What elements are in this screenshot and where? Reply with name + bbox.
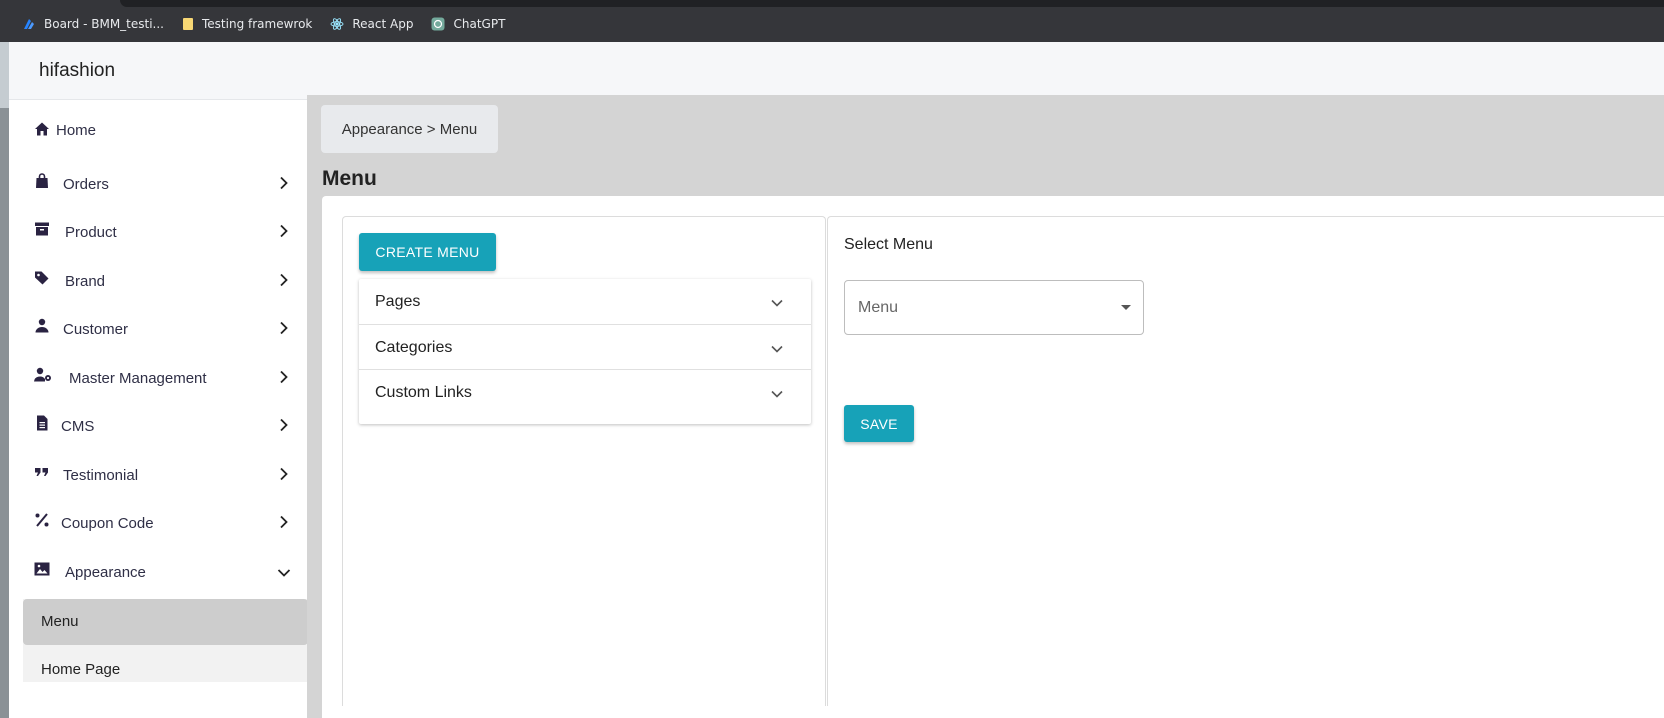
home-icon — [35, 122, 49, 136]
window-edge — [0, 42, 9, 718]
bag-icon — [36, 173, 48, 188]
browser-bookmarks-bar: Board - BMM_testi... Testing framewrok R… — [0, 0, 1664, 42]
accordion-label: Custom Links — [375, 384, 472, 401]
chevron-right-icon — [280, 418, 288, 432]
user-gear-icon — [34, 367, 51, 382]
app-header: hifashion — [9, 42, 1664, 100]
page-title: Menu — [322, 167, 377, 190]
menu-select[interactable]: Menu — [844, 280, 1144, 335]
sidebar-item-label: Coupon Code — [61, 514, 154, 532]
breadcrumb[interactable]: Appearance > Menu — [321, 105, 498, 153]
chevron-right-icon — [280, 176, 288, 190]
bookmarks-list: Board - BMM_testi... Testing framewrok R… — [0, 10, 523, 38]
react-icon — [330, 18, 344, 30]
jira-icon — [24, 19, 34, 29]
sidebar-item-label: Brand — [65, 272, 106, 290]
sidebar-item-appearance[interactable]: Appearance — [9, 550, 326, 594]
bookmark-react-app[interactable]: React App — [330, 17, 413, 31]
menu-source-accordion: Pages Categories Custom Links — [359, 279, 811, 424]
submenu-item-label: Home Page — [41, 661, 121, 678]
bookmark-label: Board - BMM_testi... — [44, 17, 164, 31]
sidebar-item-cms[interactable]: CMS — [9, 404, 326, 448]
sidebar-item-coupon-code[interactable]: Coupon Code — [9, 501, 326, 545]
bookmark-label: ChatGPT — [453, 17, 506, 31]
menu-select-placeholder: Menu — [858, 299, 899, 316]
chevron-right-icon — [280, 467, 288, 481]
window-edge-highlight — [0, 42, 9, 108]
document-icon — [37, 415, 48, 431]
sidebar-item-label: Testimonial — [63, 466, 139, 484]
menu-builder-card: CREATE MENU Pages Categories Custom Link… — [342, 216, 826, 706]
caret-down-icon — [1121, 305, 1131, 310]
person-icon — [35, 318, 49, 333]
submenu-item-label: Menu — [41, 613, 79, 630]
bookmark-label: React App — [352, 17, 414, 31]
accordion-custom-links[interactable]: Custom Links — [359, 369, 811, 424]
accordion-label: Pages — [375, 293, 421, 310]
sidebar-item-label: Master Management — [69, 369, 207, 387]
bookmark-label: Testing framewrok — [202, 17, 313, 31]
sidebar-item-customer[interactable]: Customer — [9, 307, 326, 351]
bookmark-board[interactable]: Board - BMM_testi... — [22, 17, 164, 31]
accordion-label: Categories — [375, 339, 453, 356]
sidebar-item-label: Appearance — [65, 563, 146, 581]
brand-logo-text[interactable]: hifashion — [39, 60, 115, 82]
content-area: Appearance > Menu Menu CREATE MENU Pages… — [307, 95, 1664, 718]
sidebar-item-brand[interactable]: Brand — [9, 259, 326, 303]
chevron-right-icon — [280, 370, 288, 384]
chevron-down-icon — [771, 299, 783, 307]
folder-icon — [183, 18, 193, 30]
sidebar-item-label: CMS — [61, 417, 95, 435]
sidebar-item-orders[interactable]: Orders — [9, 162, 326, 206]
bookmark-testing-framework[interactable]: Testing framewrok — [182, 17, 312, 31]
submenu-item-home-page[interactable]: Home Page — [23, 650, 293, 680]
select-menu-label: Select Menu — [844, 236, 933, 253]
chevron-down-icon — [277, 569, 291, 577]
sidebar-item-home[interactable]: Home — [9, 108, 326, 152]
percent-icon — [35, 513, 49, 527]
sidebar-item-label: Customer — [63, 320, 129, 338]
chevron-down-icon — [771, 345, 783, 353]
chevron-right-icon — [280, 515, 288, 529]
create-menu-button[interactable]: CREATE MENU — [359, 233, 496, 271]
sidebar-item-label: Product — [65, 223, 117, 241]
sidebar-item-label: Orders — [63, 175, 109, 193]
accordion-categories[interactable]: Categories — [359, 324, 811, 372]
quote-icon — [35, 468, 48, 476]
bookmark-chatgpt[interactable]: ChatGPT — [431, 17, 505, 31]
chatgpt-icon — [431, 17, 445, 31]
sidebar-item-master-management[interactable]: Master Management — [9, 356, 326, 400]
chevron-right-icon — [280, 321, 288, 335]
chevron-right-icon — [280, 273, 288, 287]
submenu-item-menu[interactable]: Menu — [23, 599, 308, 645]
sidebar-item-testimonial[interactable]: Testimonial — [9, 453, 326, 497]
tag-icon — [35, 271, 49, 285]
menu-select-card: Select Menu Menu SAVE — [827, 216, 1664, 706]
address-bar-edge — [120, 0, 1664, 7]
accordion-pages[interactable]: Pages — [359, 279, 811, 327]
main-panel: CREATE MENU Pages Categories Custom Link… — [322, 196, 1664, 718]
chevron-down-icon — [771, 390, 783, 398]
sidebar-item-label: Home — [56, 121, 97, 139]
save-button[interactable]: SAVE — [844, 405, 914, 442]
image-icon — [34, 562, 50, 576]
sidebar-item-product[interactable]: Product — [9, 210, 326, 254]
archive-icon — [35, 222, 49, 236]
chevron-right-icon — [280, 224, 288, 238]
